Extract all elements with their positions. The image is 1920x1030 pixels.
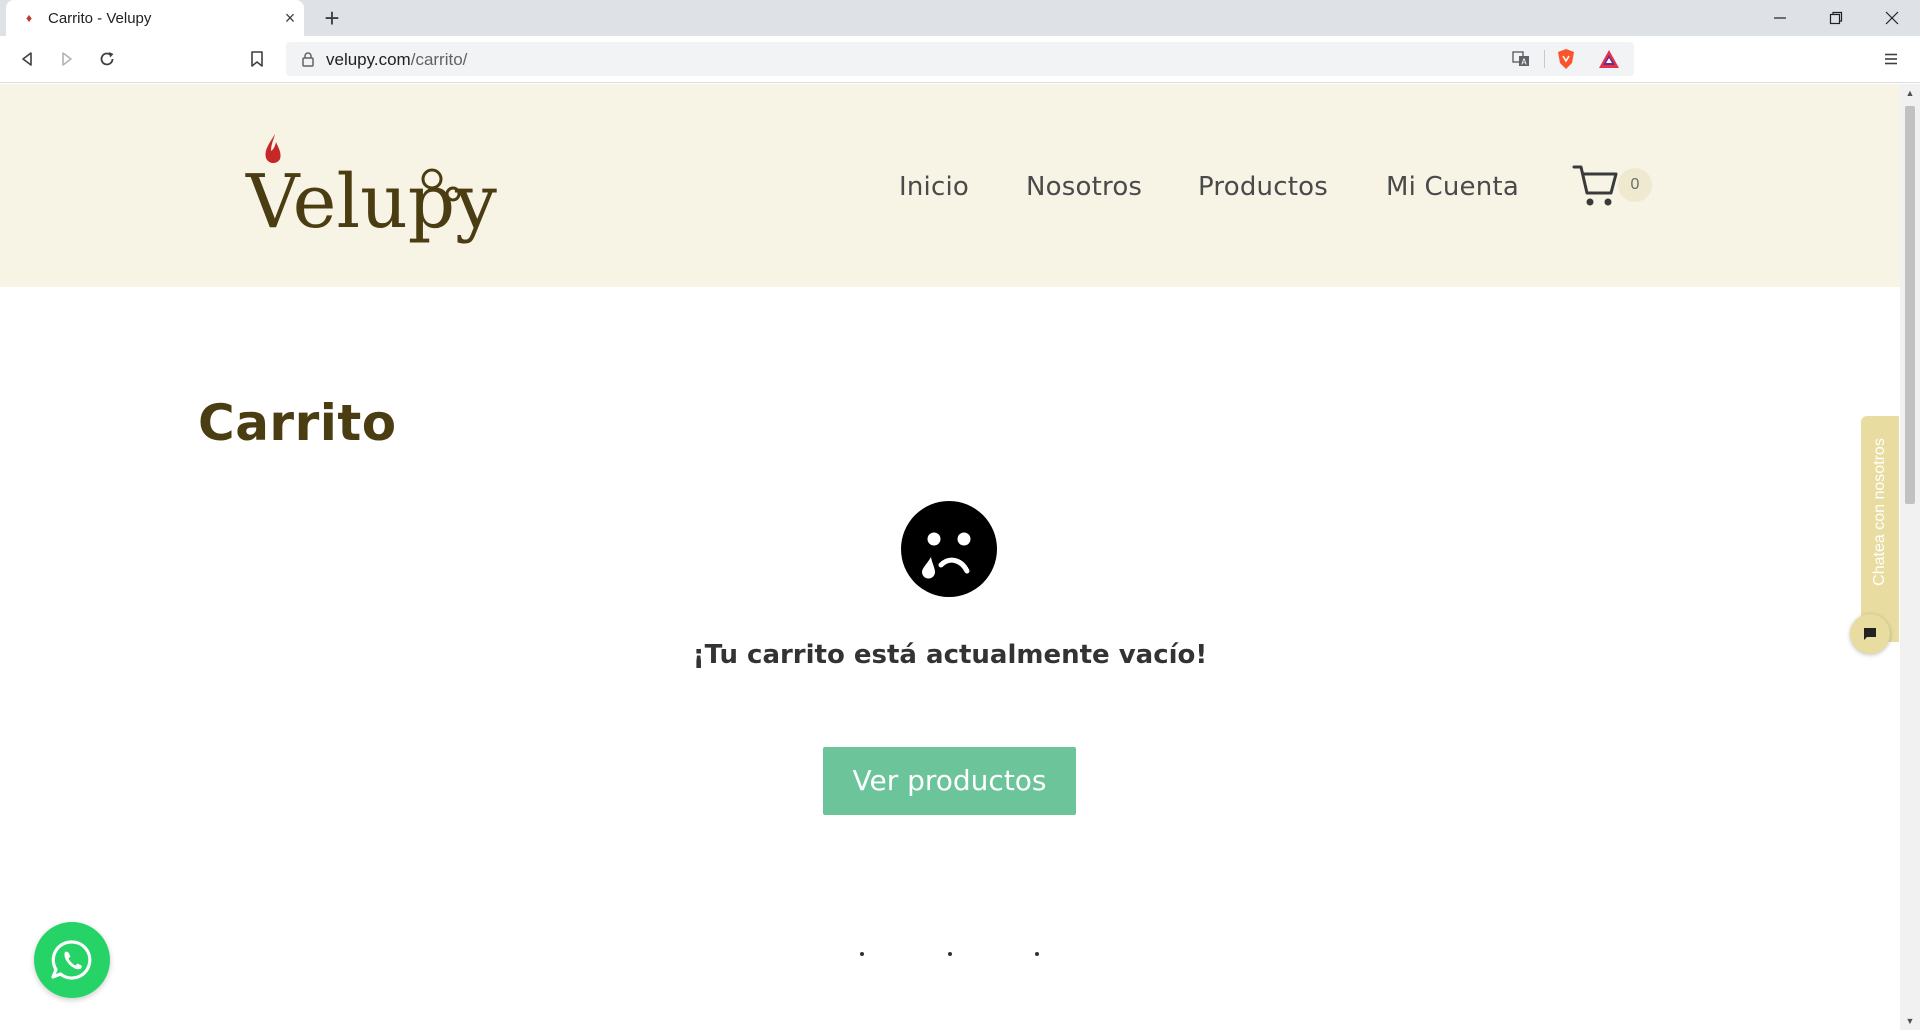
back-icon[interactable]: [12, 44, 42, 74]
browser-toolbar: velupy.com/carrito/ A: [0, 36, 1920, 83]
nav-inicio[interactable]: Inicio: [899, 172, 969, 202]
restore-icon[interactable]: [1808, 0, 1864, 36]
address-bar[interactable]: velupy.com/carrito/ A: [286, 42, 1634, 76]
nav-mi-cuenta[interactable]: Mi Cuenta: [1386, 172, 1519, 202]
page-scrollbar[interactable]: ▲ ▼: [1900, 84, 1920, 1030]
page-title: Carrito: [198, 394, 397, 452]
velupy-favicon-icon: ♦: [25, 11, 33, 25]
browser-tab[interactable]: ♦ Carrito - Velupy ×: [6, 0, 304, 36]
loading-dot: [1035, 952, 1039, 956]
ver-productos-button[interactable]: Ver productos: [823, 747, 1076, 815]
tab-title: Carrito - Velupy: [48, 10, 152, 27]
chat-bubble-button[interactable]: [1850, 614, 1890, 654]
whatsapp-icon: [51, 940, 92, 980]
velupy-logo[interactable]: Velupy: [244, 132, 502, 244]
empty-cart-message: ¡Tu carrito está actualmente vacío!: [692, 640, 1208, 670]
brave-shield-icon[interactable]: [1555, 48, 1577, 70]
nav-productos[interactable]: Productos: [1198, 172, 1328, 202]
cart-icon[interactable]: [1572, 162, 1620, 208]
url-text: velupy.com/carrito/: [326, 50, 468, 69]
browser-menu-icon[interactable]: [1876, 44, 1906, 74]
lock-icon: [302, 52, 314, 67]
page-viewport: Velupy Inicio Nosotros Productos Mi Cuen…: [0, 84, 1900, 1030]
omnibox-separator: [1544, 50, 1545, 68]
reload-icon[interactable]: [92, 44, 122, 74]
tab-close-icon[interactable]: ×: [280, 8, 300, 28]
site-header: Velupy Inicio Nosotros Productos Mi Cuen…: [0, 84, 1900, 287]
brave-rewards-icon[interactable]: [1598, 48, 1620, 70]
scroll-down-icon[interactable]: ▼: [1905, 1016, 1915, 1026]
forward-icon[interactable]: [52, 44, 82, 74]
cart-count-badge[interactable]: 0: [1618, 168, 1652, 202]
chat-bubble-icon: [1864, 628, 1876, 640]
new-tab-icon[interactable]: +: [318, 4, 346, 32]
bookmark-icon[interactable]: [242, 44, 272, 74]
scroll-thumb[interactable]: [1905, 106, 1915, 504]
nav-nosotros[interactable]: Nosotros: [1026, 172, 1142, 202]
svg-text:A: A: [1521, 58, 1527, 67]
sad-face-icon: [901, 501, 997, 597]
translate-icon[interactable]: A: [1510, 48, 1532, 70]
svg-text:Velupy: Velupy: [245, 159, 497, 244]
scroll-up-icon[interactable]: ▲: [1905, 88, 1915, 98]
close-window-icon[interactable]: [1864, 0, 1920, 36]
whatsapp-button[interactable]: [34, 922, 110, 998]
loading-dot: [948, 952, 952, 956]
loading-dot: [860, 952, 864, 956]
browser-tabbar: ♦ Carrito - Velupy × +: [0, 0, 1920, 36]
minimize-icon[interactable]: [1752, 0, 1808, 36]
chat-tab-label[interactable]: Chatea con nosotros: [1861, 416, 1899, 608]
